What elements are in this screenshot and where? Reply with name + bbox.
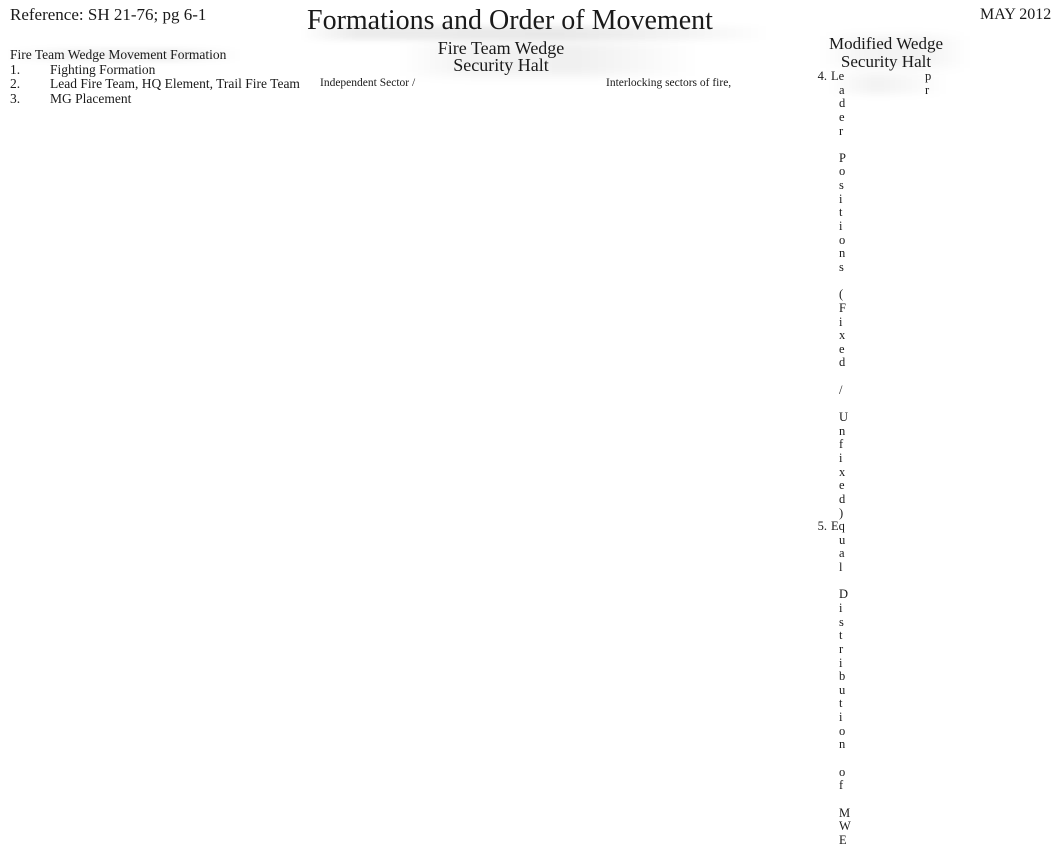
- left-list-item-label: Fighting Formation: [50, 61, 156, 77]
- wrapped-char: W: [839, 819, 851, 834]
- wrapped-char: a: [839, 82, 845, 97]
- wrapped-char: Eq: [831, 519, 845, 534]
- left-list-item-number: 1.: [10, 61, 21, 77]
- wrapped-char: e: [839, 478, 845, 493]
- wrapped-char: i: [839, 450, 843, 465]
- wrapped-char: ): [839, 505, 844, 520]
- wrapped-char: i: [839, 191, 843, 206]
- wrapped-char: [831, 397, 959, 411]
- wrapped-char: u: [839, 532, 846, 547]
- wrapped-char: e: [839, 341, 845, 356]
- wrapped-char: [831, 138, 959, 152]
- wrapped-char: [831, 793, 959, 807]
- date-stamp: MAY 2012: [980, 6, 1052, 23]
- left-list-items: 1. Fighting Formation 2. Lead Fire Team, HQ…: [10, 61, 340, 107]
- center-heading: Fire Team Wedge Security Halt: [400, 39, 602, 75]
- right-heading: Modified Wedge Security Halt: [810, 35, 962, 71]
- wrapped-char: n: [839, 246, 846, 261]
- left-list-item-number: 2.: [10, 76, 21, 92]
- wrapped-char: F: [839, 300, 846, 315]
- wrapped-list-item: 4. Le a d e r Positions (Fi x e d / Un f i x e d): [809, 69, 959, 520]
- wrapped-char: P: [839, 150, 846, 165]
- wrapped-char: o: [839, 164, 846, 179]
- wrapped-char: r: [839, 123, 844, 138]
- wrapped-char: t: [839, 628, 843, 643]
- wrapped-char: o: [839, 764, 846, 779]
- orphan-char: p: [925, 69, 932, 83]
- wrapped-char: t: [839, 696, 843, 711]
- wrapped-char: [831, 575, 959, 589]
- wrapped-char: M: [839, 805, 851, 820]
- wrapped-char: b: [839, 669, 846, 684]
- wrapped-char: [831, 275, 959, 289]
- wrapped-list-item-characters: Le a d e r Positions (Fi x e d / Un f i x e d): [809, 69, 959, 520]
- wrapped-list-item-characters: Eq u a l Distribution of MWE: [809, 519, 959, 847]
- orphan-char: r: [925, 82, 930, 97]
- wrapped-char: [831, 370, 959, 384]
- page-title: Formations and Order of Movement: [307, 5, 713, 36]
- wrapped-char: o: [839, 232, 846, 247]
- wrapped-char: i: [839, 314, 843, 329]
- left-list-item: 2. Lead Fire Team, HQ Element, Trail Fire…: [10, 77, 340, 92]
- right-heading-line-1: Modified Wedge: [829, 34, 943, 53]
- left-list-item-label: MG Placement: [50, 91, 132, 107]
- left-movement-formation-list: Fire Team Wedge Movement Formation 1. Fig…: [10, 47, 340, 107]
- orphan-character-column: pr: [925, 69, 932, 97]
- annotation-independent-sector: Independent Sector /: [320, 77, 416, 89]
- wrapped-char: s: [839, 178, 844, 193]
- modified-wedge-wrapped-list: 4. Le a d e r Positions (Fi x e d / Un f i x e d) 5. Eq…: [809, 69, 959, 848]
- wrapped-char: l: [839, 560, 843, 575]
- wrapped-char: o: [839, 723, 846, 738]
- reference-line: Reference: SH 21-76; pg 6-1: [10, 5, 207, 24]
- wrapped-list-item-number: 4.: [817, 69, 827, 83]
- wrapped-char: e: [839, 109, 845, 124]
- wrapped-char: s: [839, 614, 844, 629]
- wrapped-char: U: [839, 410, 849, 425]
- wrapped-char: d: [839, 96, 846, 111]
- wrapped-char: t: [839, 205, 843, 220]
- wrapped-char: D: [839, 587, 849, 602]
- wrapped-char: f: [839, 778, 844, 793]
- wrapped-char: d: [839, 355, 846, 370]
- wrapped-char: n: [839, 737, 846, 752]
- wrapped-char: n: [839, 423, 846, 438]
- left-list-item: 3. MG Placement: [10, 91, 340, 107]
- wrapped-char: i: [839, 219, 843, 234]
- left-list-item-label: Lead Fire Team, HQ Element, Trail Fire T…: [50, 76, 300, 92]
- wrapped-char: i: [839, 710, 843, 725]
- left-list-title: Fire Team Wedge Movement Formation: [10, 47, 227, 62]
- wrapped-char: r: [839, 641, 844, 656]
- wrapped-char: i: [839, 600, 843, 615]
- left-list-item-number: 3.: [10, 91, 21, 107]
- wrapped-char: x: [839, 328, 846, 343]
- wrapped-char: [831, 752, 959, 766]
- wrapped-char: E: [839, 832, 847, 847]
- wrapped-char: u: [839, 682, 846, 697]
- wrapped-char: s: [839, 259, 844, 274]
- left-list-item: 1. Fighting Formation: [10, 61, 340, 78]
- wrapped-list-item: 5. Eq u a l Distribution of MWE: [809, 519, 959, 847]
- wrapped-char: f: [839, 437, 844, 452]
- wrapped-char: Le: [831, 69, 845, 83]
- wrapped-char: /: [839, 382, 843, 397]
- wrapped-char: a: [839, 546, 845, 561]
- annotation-interlocking-sectors: Interlocking sectors of fire,: [606, 77, 732, 89]
- wrapped-char: d: [839, 491, 846, 506]
- wrapped-list-item-number: 5.: [817, 519, 827, 534]
- wrapped-char: i: [839, 655, 843, 670]
- wrapped-char: x: [839, 464, 846, 479]
- center-heading-line-2: Security Halt: [453, 55, 549, 75]
- wrapped-char: (: [839, 287, 844, 302]
